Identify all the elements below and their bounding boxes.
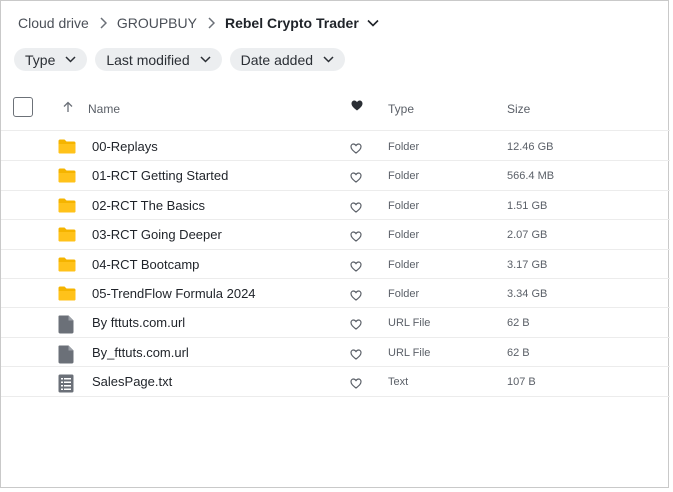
file-type: Folder bbox=[388, 258, 420, 271]
chevron-down-icon[interactable] bbox=[367, 19, 379, 27]
file-row[interactable]: 01-RCT Getting Started Folder 566.4 MB bbox=[1, 161, 670, 191]
file-name[interactable]: By_fttuts.com.url bbox=[92, 345, 189, 360]
date-added-filter[interactable]: Date added bbox=[229, 48, 346, 71]
filter-bar: Type Last modified Date added bbox=[14, 48, 346, 71]
heart-outline-icon[interactable] bbox=[350, 347, 362, 365]
heart-outline-icon[interactable] bbox=[350, 200, 362, 218]
breadcrumb-groupbuy[interactable]: GROUPBUY bbox=[117, 15, 197, 31]
file-name[interactable]: 02-RCT The Basics bbox=[92, 198, 205, 213]
file-size: 62 B bbox=[507, 317, 530, 330]
file-name[interactable]: 00-Replays bbox=[92, 139, 158, 154]
file-row[interactable]: 05-TrendFlow Formula 2024 Folder 3.34 GB bbox=[1, 279, 670, 309]
folder-icon bbox=[58, 227, 76, 247]
select-all-checkbox[interactable] bbox=[13, 97, 33, 117]
text-file-icon bbox=[58, 374, 74, 398]
chevron-down-icon bbox=[65, 56, 76, 63]
file-row[interactable]: 02-RCT The Basics Folder 1.51 GB bbox=[1, 191, 670, 221]
folder-icon bbox=[58, 286, 76, 306]
breadcrumb: Cloud drive GROUPBUY Rebel Crypto Trader bbox=[18, 13, 379, 33]
file-name[interactable]: By fttuts.com.url bbox=[92, 315, 185, 330]
column-header-type[interactable]: Type bbox=[388, 102, 414, 116]
file-size: 62 B bbox=[507, 346, 530, 359]
chevron-down-icon bbox=[323, 56, 334, 63]
file-name[interactable]: 03-RCT Going Deeper bbox=[92, 227, 222, 242]
column-header-size[interactable]: Size bbox=[507, 102, 530, 116]
folder-icon bbox=[58, 198, 76, 218]
column-header-name[interactable]: Name bbox=[88, 102, 120, 116]
file-type: Text bbox=[388, 376, 409, 389]
file-size: 107 B bbox=[507, 376, 536, 389]
breadcrumb-cloud-drive[interactable]: Cloud drive bbox=[18, 15, 89, 31]
file-type: Folder bbox=[388, 141, 420, 153]
chevron-right-icon bbox=[207, 17, 215, 29]
file-type: Folder bbox=[388, 170, 420, 183]
heart-outline-icon[interactable] bbox=[350, 317, 362, 335]
file-row[interactable]: 03-RCT Going Deeper Folder 2.07 GB bbox=[1, 220, 670, 250]
file-name[interactable]: 01-RCT Getting Started bbox=[92, 168, 228, 183]
sort-ascending-icon[interactable] bbox=[62, 101, 74, 116]
file-icon bbox=[58, 345, 74, 369]
file-name[interactable]: SalesPage.txt bbox=[92, 374, 172, 389]
heart-outline-icon[interactable] bbox=[350, 229, 362, 247]
file-type: Folder bbox=[388, 199, 420, 212]
last-modified-filter-label: Last modified bbox=[106, 51, 190, 68]
file-row[interactable]: 04-RCT Bootcamp Folder 3.17 GB bbox=[1, 250, 670, 279]
date-added-filter-label: Date added bbox=[240, 51, 314, 68]
folder-icon bbox=[58, 168, 76, 188]
heart-outline-icon[interactable] bbox=[350, 259, 362, 277]
file-type: Folder bbox=[388, 287, 420, 300]
file-size: 566.4 MB bbox=[507, 170, 555, 183]
file-size: 3.34 GB bbox=[507, 287, 548, 300]
file-row[interactable]: By_fttuts.com.url URL File 62 B bbox=[1, 338, 670, 369]
file-row[interactable]: By fttuts.com.url URL File 62 B bbox=[1, 308, 670, 339]
file-browser-window: Cloud drive GROUPBUY Rebel Crypto Trader… bbox=[0, 0, 670, 488]
folder-icon bbox=[58, 257, 76, 277]
file-type: URL File bbox=[388, 346, 431, 359]
heart-outline-icon[interactable] bbox=[350, 170, 362, 188]
folder-icon bbox=[58, 139, 76, 159]
heart-outline-icon[interactable] bbox=[350, 141, 362, 159]
file-list: 00-Replays Folder 12.46 GB 01-RCT Getting S… bbox=[1, 132, 670, 397]
file-size: 2.07 GB bbox=[507, 229, 548, 242]
file-row[interactable]: SalesPage.txt Text 107 B bbox=[1, 367, 670, 398]
file-size: 12.46 GB bbox=[507, 141, 554, 153]
type-filter-label: Type bbox=[25, 51, 56, 68]
heart-outline-icon[interactable] bbox=[350, 288, 362, 306]
file-name[interactable]: 05-TrendFlow Formula 2024 bbox=[92, 286, 256, 301]
heart-filled-icon[interactable] bbox=[351, 100, 363, 114]
type-filter[interactable]: Type bbox=[14, 48, 88, 71]
file-size: 3.17 GB bbox=[507, 258, 548, 271]
breadcrumb-current-folder[interactable]: Rebel Crypto Trader bbox=[225, 15, 359, 31]
table-header: Name Type Size bbox=[1, 93, 670, 131]
chevron-right-icon bbox=[99, 17, 107, 29]
chevron-down-icon bbox=[200, 56, 211, 63]
last-modified-filter[interactable]: Last modified bbox=[95, 48, 222, 71]
file-icon bbox=[58, 315, 74, 339]
heart-outline-icon[interactable] bbox=[350, 376, 362, 394]
file-type: URL File bbox=[388, 317, 431, 330]
file-type: Folder bbox=[388, 229, 420, 242]
file-row[interactable]: 00-Replays Folder 12.46 GB bbox=[1, 132, 670, 162]
file-size: 1.51 GB bbox=[507, 199, 548, 212]
file-name[interactable]: 04-RCT Bootcamp bbox=[92, 257, 199, 272]
